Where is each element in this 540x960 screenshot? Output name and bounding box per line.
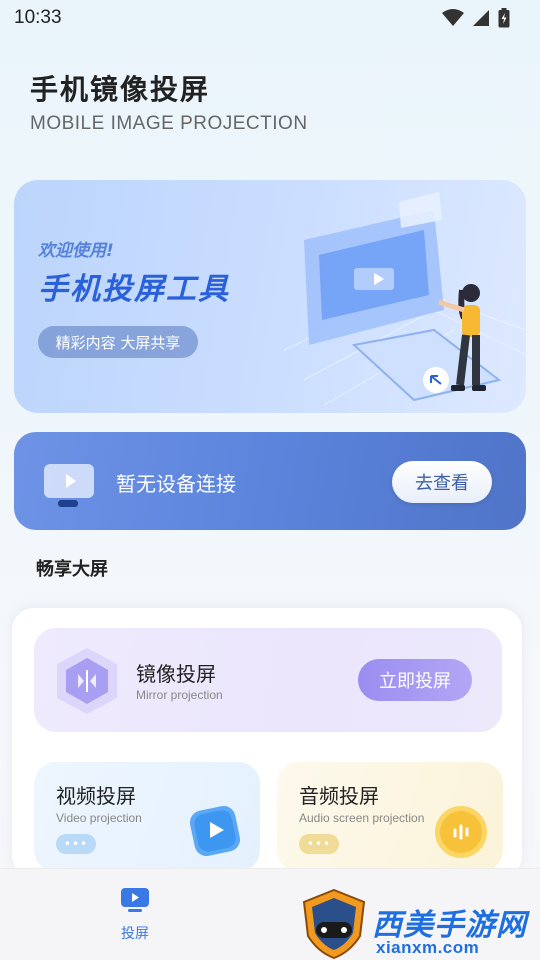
banner-welcome: 欢迎使用! [38, 241, 114, 261]
section-title: 畅享大屏 [36, 559, 108, 580]
device-status-text: 暂无设备连接 [116, 472, 236, 496]
watermark-url: xianxm.com [376, 938, 480, 957]
banner-tag: 精彩内容 大屏共享 [38, 326, 198, 358]
device-connection-card: 暂无设备连接 去查看 [14, 432, 526, 530]
status-bar: 10:33 [0, 0, 540, 36]
wifi-icon [442, 9, 464, 26]
mirror-projection-card[interactable]: 镜像投屏 Mirror projection 立即投屏 [34, 628, 502, 732]
shield-logo-icon [302, 888, 366, 960]
nav-item-cast[interactable]: 投屏 [95, 887, 175, 943]
video-subtitle: Video projection [56, 811, 142, 825]
audio-projection-card[interactable]: 音频投屏 Audio screen projection ••• [277, 762, 503, 872]
nav-item-label: 投屏 [121, 926, 149, 942]
video-play-icon [189, 805, 241, 857]
audio-more-badge: ••• [299, 834, 339, 854]
promo-banner[interactable]: 欢迎使用! 手机投屏工具 精彩内容 大屏共享 [14, 180, 526, 413]
signal-icon [473, 10, 489, 26]
projection-illustration [283, 192, 526, 406]
mirror-icon [57, 648, 117, 714]
status-time: 10:33 [14, 7, 62, 28]
screen-cast-icon [121, 888, 149, 912]
video-projection-card[interactable]: 视频投屏 Video projection ••• [34, 762, 260, 872]
status-icons [442, 8, 510, 28]
audio-title: 音频投屏 [299, 784, 379, 808]
start-projection-button[interactable]: 立即投屏 [358, 659, 472, 701]
page-subtitle: MOBILE IMAGE PROJECTION [30, 113, 308, 134]
audio-subtitle: Audio screen projection [299, 811, 425, 825]
audio-wave-icon [435, 806, 487, 858]
tv-screen-icon [44, 464, 94, 507]
mirror-title: 镜像投屏 [136, 662, 216, 686]
battery-icon [498, 8, 510, 28]
video-more-badge: ••• [56, 834, 96, 854]
video-title: 视频投屏 [56, 784, 136, 808]
view-devices-button[interactable]: 去查看 [392, 461, 492, 503]
banner-headline: 手机投屏工具 [38, 272, 230, 307]
page-title: 手机镜像投屏 [30, 73, 211, 106]
mirror-subtitle: Mirror projection [136, 688, 223, 702]
site-watermark: 西美手游网 xianxm.com [300, 888, 540, 960]
